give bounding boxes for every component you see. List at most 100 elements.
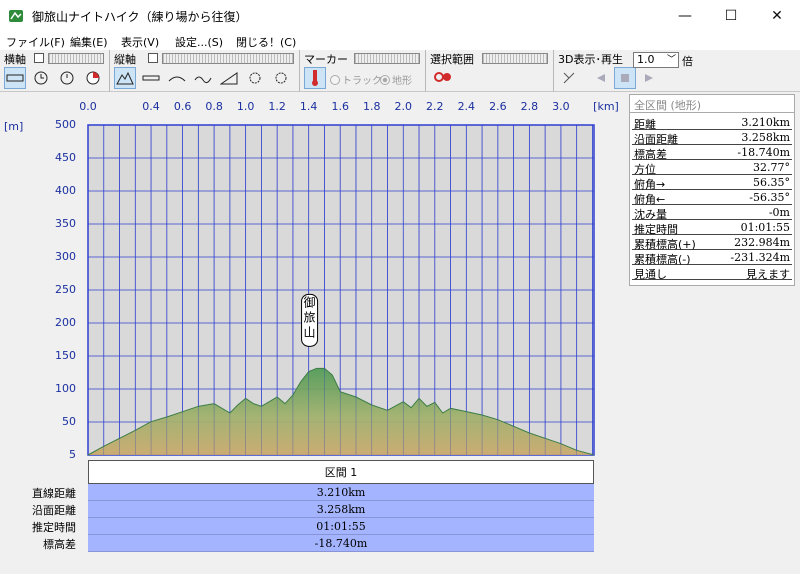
track-radio-dot	[330, 74, 340, 85]
peak-label-text: 御旅山	[304, 294, 316, 339]
menu-view[interactable]: 表示(V)	[121, 34, 159, 50]
peak-label: 御旅山	[301, 293, 319, 347]
range-slider[interactable]	[482, 53, 548, 64]
x-tick-label: 1.0	[236, 100, 255, 113]
stat-row: 推定時間 01:01:55	[632, 221, 792, 236]
curve-icon	[168, 76, 186, 82]
track-radio[interactable]: トラック	[330, 72, 382, 87]
segment-header[interactable]: 区間 1	[88, 460, 594, 484]
segment-value-text: 01:01:55	[316, 519, 366, 533]
time-axis-button[interactable]	[30, 67, 52, 89]
x-tick-label: 3.0	[552, 100, 570, 113]
y-tick-label: 50	[62, 415, 76, 428]
close-button[interactable]: ✕	[754, 0, 800, 32]
stat-value: 32.77°	[753, 161, 790, 174]
maximize-icon: ☐	[724, 8, 738, 24]
segment-label-straight-distance: 直線距離	[32, 487, 76, 500]
flat-icon	[142, 75, 160, 81]
clock-icon	[34, 71, 48, 85]
minimize-button[interactable]: —	[662, 0, 708, 32]
title-bar: 御旅山ナイトハイク（練り場から往復） — ☐ ✕	[0, 0, 800, 32]
x-tick-label: 1.8	[362, 100, 381, 113]
segment-label-estimated-time: 推定時間	[32, 521, 76, 534]
segment-value-elevation-diff: -18.740m	[88, 535, 594, 552]
stat-row: 距離 3.210km	[632, 116, 792, 131]
horizontal-axis-checkbox[interactable]	[34, 53, 44, 63]
x-tick-label: 2.6	[489, 100, 507, 113]
vertical-axis-slider[interactable]	[162, 53, 294, 64]
stat-row: 俯角→ 56.35°	[632, 176, 792, 191]
elevation-chart: [m] 御旅山 500 450 400 350 300 250 200 150 100 50 5	[0, 118, 625, 461]
display3d-label: 3D表示･再生	[558, 53, 623, 66]
x-axis: 0.0 0.4 0.6 0.8 1.0 1.2 1.4 1.6 1.8 2.0 2.2 2.4 2.6 2…	[0, 98, 625, 118]
x-tick-label: 2.0	[394, 100, 413, 113]
stat-row: 沈み量 -0m	[632, 206, 792, 221]
range-marker-button[interactable]	[432, 67, 454, 89]
menu-bar: ファイル(F) 編集(E) 表示(V) 設定...(S) 閉じる！(C)	[0, 32, 800, 50]
marker-slider[interactable]	[354, 53, 420, 64]
zoom-unit: 倍	[682, 55, 693, 68]
stat-key: 沿面距離	[634, 133, 678, 146]
x-tick-label: 0.4	[142, 100, 160, 113]
minimize-icon: —	[678, 8, 692, 24]
point-a-icon	[249, 72, 261, 84]
timer-icon	[60, 71, 74, 85]
menu-edit[interactable]: 編集(E)	[70, 34, 108, 50]
elevation-view-button[interactable]	[114, 67, 136, 89]
rewind-icon	[597, 74, 605, 82]
terrain-radio[interactable]: 地形	[380, 72, 412, 87]
menu-file[interactable]: ファイル(F)	[6, 34, 65, 50]
chevron-down-icon: ﹀	[666, 55, 676, 65]
stat-value: 見えます	[746, 268, 790, 281]
estimated-time-axis-button[interactable]	[56, 67, 78, 89]
marker-button[interactable]	[304, 67, 326, 89]
wave-icon	[194, 76, 212, 84]
vertical-axis-label: 縦軸	[114, 53, 136, 66]
pie-axis-button[interactable]	[82, 67, 104, 89]
wave-view-button[interactable]	[192, 67, 214, 89]
horizontal-axis-slider[interactable]	[48, 53, 104, 64]
pie-icon	[86, 71, 100, 85]
x-tick-label: 0.8	[205, 100, 223, 113]
play-icon	[645, 74, 653, 82]
stat-value: -56.35°	[749, 191, 790, 204]
track-radio-label: トラック	[342, 76, 382, 87]
stat-row: 累積標高(+) 232.984m	[632, 236, 792, 251]
stat-row: 見通し 見えます	[632, 266, 792, 281]
stat-key: 距離	[634, 118, 656, 131]
slope-view-button[interactable]	[218, 67, 240, 89]
flat-view-button[interactable]	[140, 67, 162, 89]
x-tick-label: 1.2	[268, 100, 286, 113]
maximize-button[interactable]: ☐	[708, 0, 754, 32]
menu-close[interactable]: 閉じる！(C)	[236, 34, 296, 50]
stat-value: 56.35°	[753, 176, 790, 189]
stat-key: 俯角←	[634, 193, 666, 206]
elevation-plot[interactable]: 御旅山	[0, 118, 625, 457]
point-a-button[interactable]	[244, 67, 266, 89]
curve-view-button[interactable]	[166, 67, 188, 89]
point-b-button[interactable]	[270, 67, 292, 89]
segment-value-text: 3.210km	[316, 485, 366, 499]
rewind-button[interactable]	[590, 67, 612, 89]
distance-axis-button[interactable]	[4, 67, 26, 89]
stat-row: 累積標高(-) -231.324m	[632, 251, 792, 266]
zoom-select[interactable]: 1.0 ﹀	[633, 52, 679, 68]
stat-value: 3.210km	[741, 116, 790, 129]
3d-toggle-button[interactable]	[558, 67, 580, 89]
play-button[interactable]	[638, 67, 660, 89]
stat-key: 俯角→	[634, 178, 666, 191]
y-tick-label: 350	[55, 217, 76, 230]
x-tick-label: 2.2	[426, 100, 444, 113]
stat-key: 推定時間	[634, 223, 678, 236]
stat-key: 沈み量	[634, 208, 667, 221]
stat-row: 俯角← -56.35°	[632, 191, 792, 206]
range-label: 選択範囲	[430, 53, 474, 66]
point-b-icon	[275, 72, 287, 84]
menu-settings[interactable]: 設定...(S)	[175, 34, 223, 50]
x-axis-unit: [km]	[593, 100, 619, 113]
stop-button[interactable]	[614, 67, 636, 89]
x-tick-label: 1.4	[299, 100, 318, 113]
vertical-axis-checkbox[interactable]	[148, 53, 158, 63]
x-tick-label: 2.4	[457, 100, 476, 113]
y-tick-label: 250	[55, 283, 76, 296]
